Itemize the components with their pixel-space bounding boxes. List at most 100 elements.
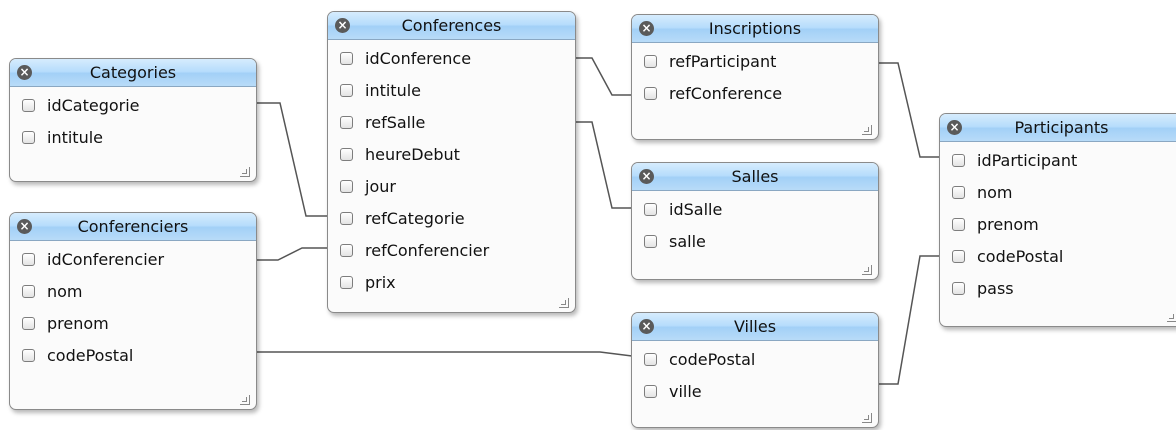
table-title: Conferenciers: [77, 217, 189, 236]
table-salles[interactable]: × Salles idSalle salle: [631, 162, 879, 280]
close-icon[interactable]: ×: [17, 65, 32, 80]
field-label: refParticipant: [669, 51, 777, 71]
field-checkbox[interactable]: [952, 153, 965, 167]
resize-handle-icon[interactable]: [240, 167, 250, 177]
field-checkbox[interactable]: [644, 234, 657, 248]
resize-handle-icon[interactable]: [559, 298, 569, 308]
field-row[interactable]: heureDebut: [328, 138, 575, 170]
field-row[interactable]: codePostal: [632, 343, 878, 375]
field-row[interactable]: codePostal: [10, 339, 256, 371]
table-header[interactable]: × Categories: [10, 59, 256, 87]
field-checkbox[interactable]: [22, 284, 35, 298]
close-icon[interactable]: ×: [639, 169, 654, 184]
field-row[interactable]: idConferencier: [10, 243, 256, 275]
table-categories[interactable]: × Categories idCategorie intitule: [9, 58, 257, 182]
field-checkbox[interactable]: [340, 83, 353, 97]
table-villes[interactable]: × Villes codePostal ville: [631, 312, 879, 428]
field-checkbox[interactable]: [340, 275, 353, 289]
field-label: nom: [977, 182, 1013, 202]
field-label: refSalle: [365, 112, 426, 132]
field-checkbox[interactable]: [340, 211, 353, 225]
table-header[interactable]: × Participants: [940, 114, 1176, 142]
table-participants[interactable]: × Participants idParticipant nom prenom …: [939, 113, 1176, 327]
field-row[interactable]: salle: [632, 225, 878, 257]
field-checkbox[interactable]: [340, 179, 353, 193]
field-checkbox[interactable]: [644, 352, 657, 366]
field-checkbox[interactable]: [340, 243, 353, 257]
field-row[interactable]: refConference: [632, 77, 878, 109]
table-header[interactable]: × Conferenciers: [10, 213, 256, 241]
field-row[interactable]: idConference: [328, 42, 575, 74]
table-title: Inscriptions: [708, 19, 802, 38]
field-row[interactable]: nom: [940, 176, 1176, 208]
field-label: nom: [47, 281, 83, 301]
field-row[interactable]: pass: [940, 272, 1176, 304]
field-row[interactable]: idSalle: [632, 193, 878, 225]
field-checkbox[interactable]: [644, 86, 657, 100]
field-label: idSalle: [669, 199, 723, 219]
field-row[interactable]: intitule: [10, 121, 256, 153]
field-row[interactable]: prix: [328, 266, 575, 298]
field-row[interactable]: refParticipant: [632, 45, 878, 77]
field-checkbox[interactable]: [340, 51, 353, 65]
table-header[interactable]: × Villes: [632, 313, 878, 341]
field-row[interactable]: refCategorie: [328, 202, 575, 234]
field-row[interactable]: prenom: [10, 307, 256, 339]
link-categorie: [256, 102, 328, 217]
table-conferenciers[interactable]: × Conferenciers idConferencier nom preno…: [9, 212, 257, 410]
close-icon[interactable]: ×: [947, 120, 962, 135]
field-label: idCategorie: [47, 95, 140, 115]
field-checkbox[interactable]: [644, 54, 657, 68]
link-ville-conferencier: [256, 351, 633, 357]
field-checkbox[interactable]: [644, 202, 657, 216]
field-row[interactable]: refConferencier: [328, 234, 575, 266]
field-row[interactable]: refSalle: [328, 106, 575, 138]
table-title: Conferences: [401, 16, 502, 35]
field-row[interactable]: ville: [632, 375, 878, 407]
resize-handle-icon[interactable]: [1167, 312, 1176, 322]
field-checkbox[interactable]: [22, 252, 35, 266]
table-title: Salles: [731, 167, 779, 186]
close-icon[interactable]: ×: [335, 18, 350, 33]
field-checkbox[interactable]: [952, 249, 965, 263]
field-label: codePostal: [47, 345, 134, 365]
field-row[interactable]: nom: [10, 275, 256, 307]
field-label: intitule: [47, 127, 104, 147]
table-header[interactable]: × Conferences: [328, 12, 575, 40]
field-row[interactable]: idCategorie: [10, 89, 256, 121]
field-label: prix: [365, 272, 396, 292]
field-checkbox[interactable]: [340, 115, 353, 129]
resize-handle-icon[interactable]: [862, 413, 872, 423]
field-checkbox[interactable]: [22, 130, 35, 144]
field-checkbox[interactable]: [952, 281, 965, 295]
link-salle: [575, 121, 632, 209]
field-checkbox[interactable]: [644, 384, 657, 398]
field-row[interactable]: idParticipant: [940, 144, 1176, 176]
resize-handle-icon[interactable]: [862, 265, 872, 275]
resize-handle-icon[interactable]: [862, 125, 872, 135]
close-icon[interactable]: ×: [639, 21, 654, 36]
field-label: codePostal: [977, 246, 1064, 266]
table-conferences[interactable]: × Conferences idConference intitule refS…: [327, 11, 576, 313]
table-header[interactable]: × Inscriptions: [632, 15, 878, 43]
table-header[interactable]: × Salles: [632, 163, 878, 191]
field-label: codePostal: [669, 349, 756, 369]
field-row[interactable]: intitule: [328, 74, 575, 106]
field-row[interactable]: prenom: [940, 208, 1176, 240]
field-label: intitule: [365, 80, 422, 100]
close-icon[interactable]: ×: [639, 319, 654, 334]
field-label: refConferencier: [365, 240, 490, 260]
field-checkbox[interactable]: [22, 316, 35, 330]
field-checkbox[interactable]: [22, 98, 35, 112]
table-inscriptions[interactable]: × Inscriptions refParticipant refConfere…: [631, 14, 879, 140]
link-ville-participant: [878, 255, 940, 385]
resize-handle-icon[interactable]: [240, 395, 250, 405]
field-checkbox[interactable]: [952, 217, 965, 231]
field-label: idConference: [365, 48, 472, 68]
field-checkbox[interactable]: [340, 147, 353, 161]
field-row[interactable]: codePostal: [940, 240, 1176, 272]
close-icon[interactable]: ×: [17, 219, 32, 234]
field-checkbox[interactable]: [22, 348, 35, 362]
field-row[interactable]: jour: [328, 170, 575, 202]
field-checkbox[interactable]: [952, 185, 965, 199]
